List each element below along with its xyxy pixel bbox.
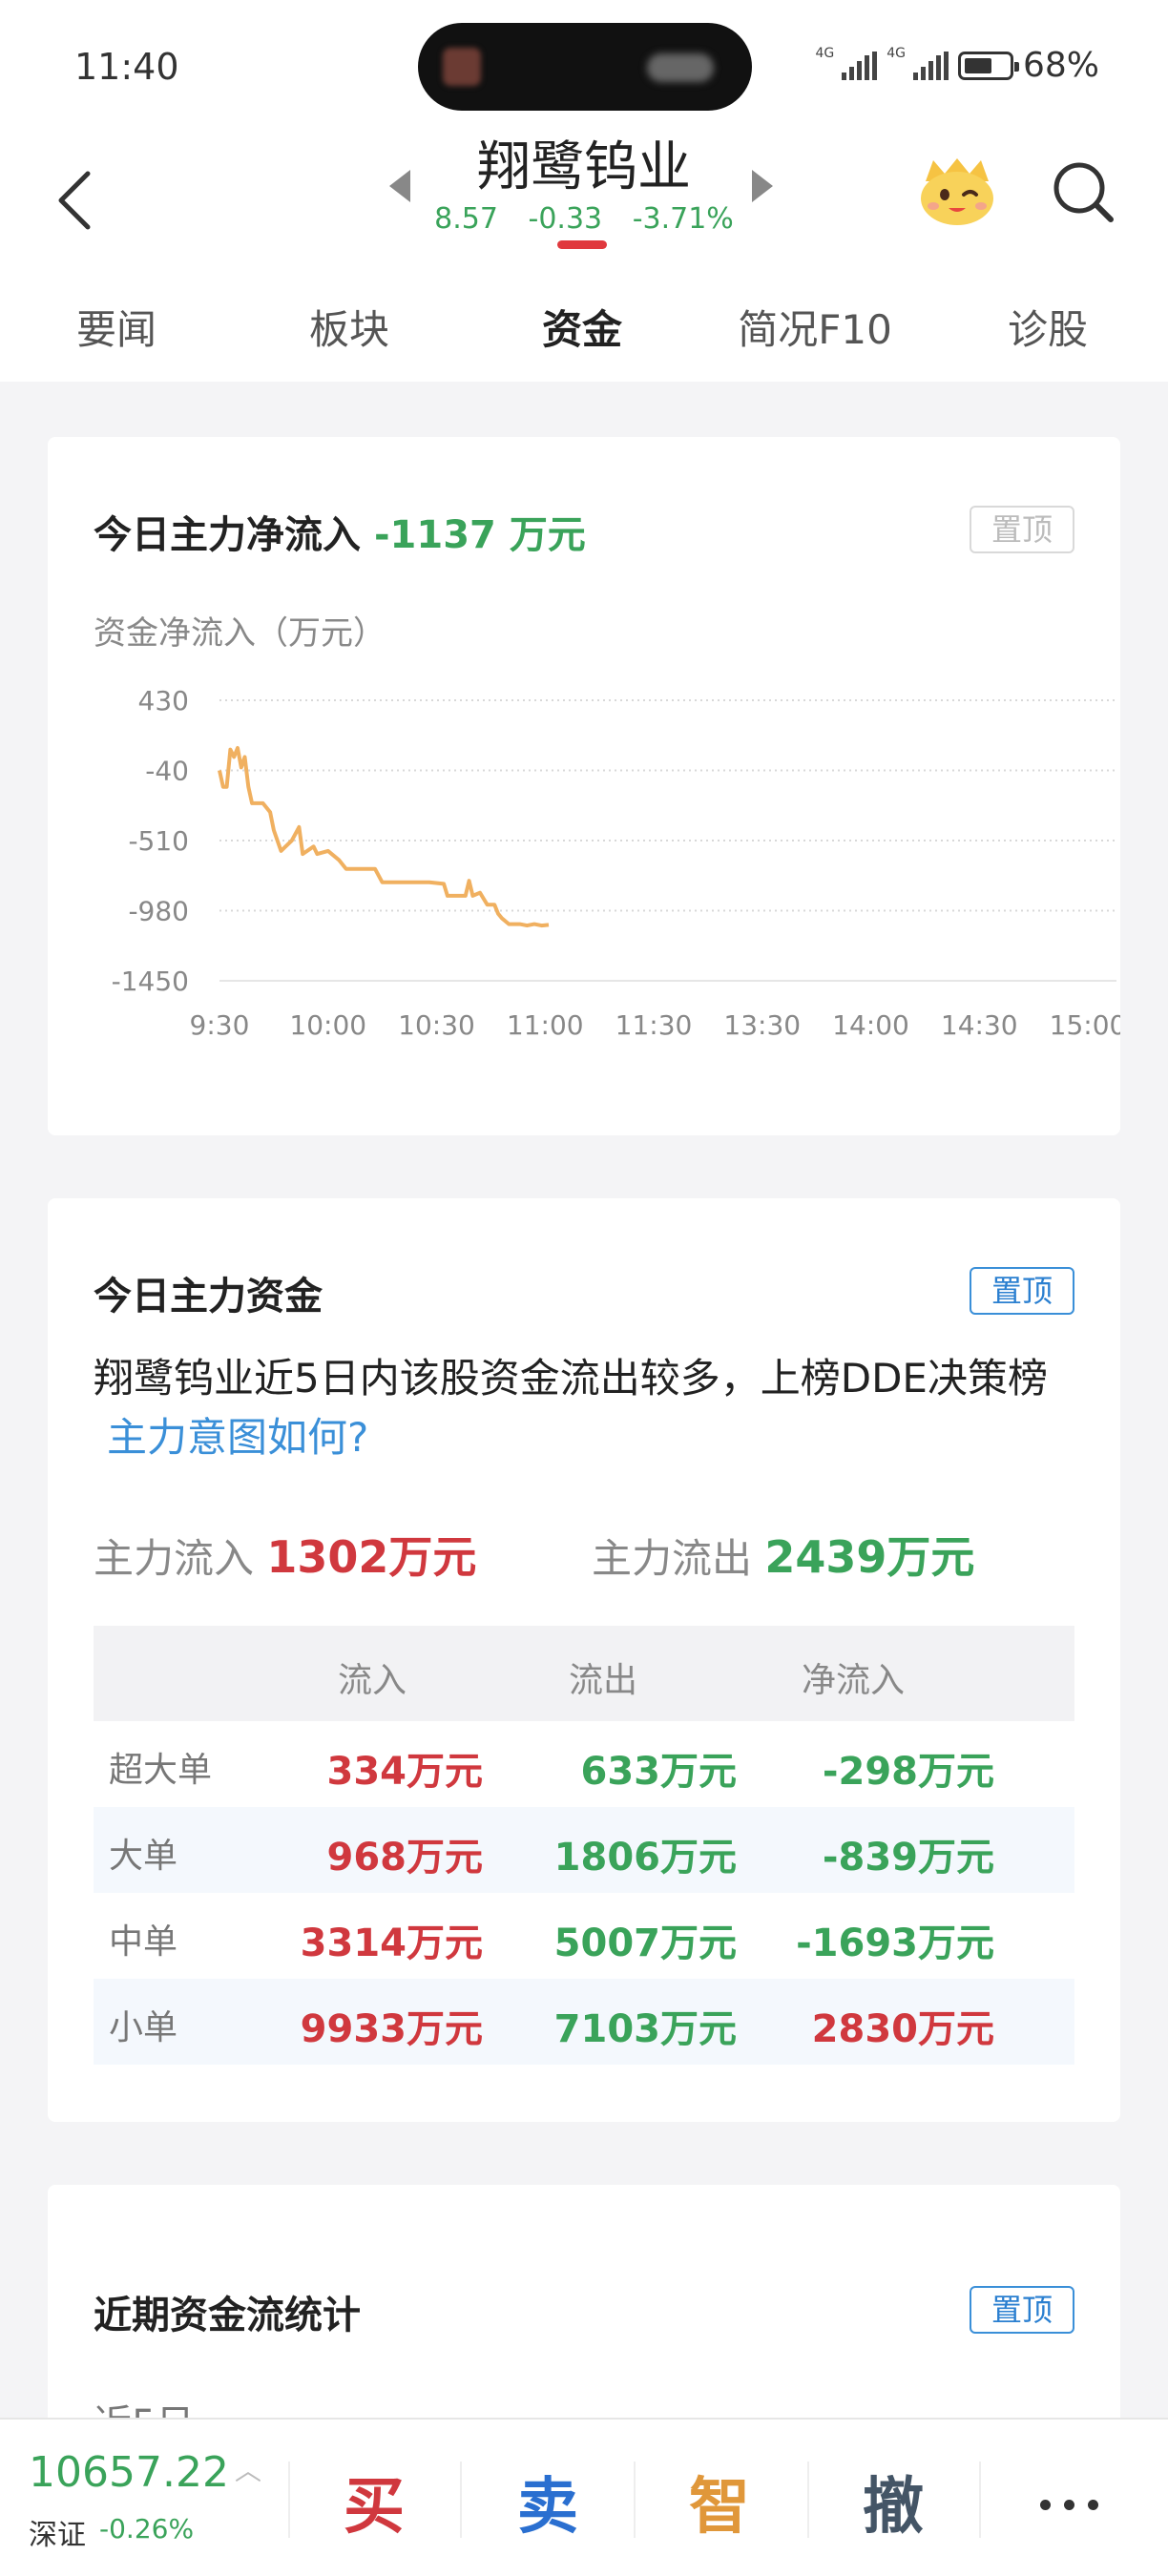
- more-icon[interactable]: [1040, 2500, 1098, 2510]
- x-tick-label: 13:30: [723, 1009, 801, 1041]
- row-label: 小单: [109, 2008, 178, 2047]
- divider: [460, 2462, 462, 2538]
- table-header: 流入 流出 净流入: [94, 1626, 1074, 1721]
- main-inflow-label: 主力流入: [94, 1535, 255, 1582]
- pin-button[interactable]: 置顶: [970, 1267, 1074, 1315]
- sell-button[interactable]: 卖: [517, 2458, 578, 2545]
- x-tick-label: 15:00: [1050, 1009, 1120, 1041]
- buy-button[interactable]: 买: [344, 2458, 405, 2545]
- tab-profile-f10[interactable]: 简况F10: [738, 298, 892, 356]
- net-inflow-card: 今日主力净流入 -1137 万元 置顶 资金净流入（万元） 430 -40 -510…: [48, 437, 1120, 1135]
- tab-bar: 要闻 板块 资金 简况F10 诊股: [0, 277, 1168, 382]
- x-tick-label: 11:00: [507, 1009, 584, 1041]
- search-icon[interactable]: [1050, 158, 1116, 225]
- status-icons: 4G 4G 68%: [815, 46, 1099, 85]
- main-outflow-summary: 主力流出 2439万元: [592, 1523, 974, 1586]
- column-header-outflow: 流出: [569, 1661, 638, 1700]
- smart-button[interactable]: 智: [689, 2458, 750, 2545]
- x-tick-label: 11:30: [615, 1009, 693, 1041]
- notification-icon: [443, 48, 481, 86]
- pin-button[interactable]: 置顶: [970, 2286, 1074, 2334]
- y-tick-label: -980: [128, 896, 189, 927]
- cell-outflow: 633万元: [580, 1750, 738, 1794]
- x-tick-label: 10:30: [398, 1009, 475, 1041]
- stock-change-pct: -3.71%: [632, 202, 734, 236]
- fund-flow-table: 流入 流出 净流入 超大单 334万元 633万元 -298万元 大单 968万…: [94, 1626, 1074, 2065]
- cell-net: 2830万元: [811, 2007, 994, 2051]
- divider: [807, 2462, 809, 2538]
- battery-icon: [957, 51, 1019, 80]
- cell-outflow: 7103万元: [553, 2007, 737, 2051]
- cell-outflow: 5007万元: [553, 1922, 737, 1965]
- tab-funds[interactable]: 资金: [542, 298, 622, 356]
- mascot-icon[interactable]: [916, 153, 998, 229]
- table-row: 大单 968万元 1806万元 -839万元: [94, 1807, 1074, 1893]
- y-tick-label: -40: [145, 756, 189, 787]
- table-row: 小单 9933万元 7103万元 2830万元: [94, 1979, 1074, 2065]
- battery-percent: 68%: [1022, 46, 1099, 85]
- main-fund-card: 今日主力资金 置顶 翔鹭钨业近5日内该股资金流出较多，上榜DDE决策榜主力意图如…: [48, 1198, 1120, 2122]
- table-row: 中单 3314万元 5007万元 -1693万元: [94, 1893, 1074, 1979]
- index-label: 深证: [29, 2519, 86, 2552]
- column-header-inflow: 流入: [338, 1661, 407, 1700]
- cell-net: -839万元: [822, 1836, 994, 1880]
- y-tick-label: -1450: [112, 966, 189, 997]
- main-outflow-value: 2439万元: [764, 1531, 975, 1583]
- divider: [979, 2462, 981, 2538]
- dde-description: 翔鹭钨业近5日内该股资金流出较多，上榜DDE决策榜主力意图如何?: [94, 1349, 1086, 1467]
- y-tick-label: -510: [128, 825, 189, 857]
- cell-net: -298万元: [822, 1750, 994, 1794]
- cancel-order-button[interactable]: 撤: [863, 2458, 924, 2545]
- x-tick-label: 10:00: [289, 1009, 366, 1041]
- divider: [634, 2462, 636, 2538]
- cell-inflow: 968万元: [326, 1836, 484, 1880]
- recent-flow-title: 近期资金流统计: [94, 2294, 361, 2337]
- row-label: 大单: [109, 1837, 178, 1876]
- net-inflow-series-line: [218, 746, 550, 928]
- cell-inflow: 3314万元: [300, 1922, 483, 1965]
- table-row: 超大单 334万元 633万元 -298万元: [94, 1721, 1074, 1807]
- next-stock-icon[interactable]: [752, 170, 773, 202]
- divider: [288, 2462, 290, 2538]
- tab-news[interactable]: 要闻: [76, 298, 156, 356]
- main-inflow-value: 1302万元: [266, 1531, 477, 1583]
- status-time: 11:40: [74, 46, 179, 88]
- stock-change: -0.33: [528, 202, 603, 236]
- y-tick-label: 430: [138, 685, 189, 717]
- network-type-1: 4G: [815, 46, 835, 61]
- notification-indicator: [647, 53, 714, 82]
- index-value[interactable]: 10657.22: [29, 2448, 229, 2497]
- row-label: 中单: [109, 1922, 178, 1962]
- cell-outflow: 1806万元: [553, 1836, 737, 1880]
- index-change-pct: -0.26%: [99, 2513, 195, 2545]
- column-header-net: 净流入: [802, 1661, 906, 1700]
- main-inflow-summary: 主力流入 1302万元: [94, 1523, 476, 1586]
- main-fund-title: 今日主力资金: [94, 1275, 323, 1319]
- x-tick-label: 14:00: [832, 1009, 909, 1041]
- cell-inflow: 9933万元: [300, 2007, 483, 2051]
- status-bar: 11:40 4G 4G 68%: [0, 0, 1168, 134]
- main-outflow-label: 主力流出: [592, 1535, 753, 1582]
- tab-diagnosis[interactable]: 诊股: [1008, 298, 1088, 356]
- dde-description-text: 翔鹭钨业近5日内该股资金流出较多，上榜DDE决策榜: [94, 1355, 1048, 1402]
- tab-sectors[interactable]: 板块: [309, 298, 389, 356]
- cell-net: -1693万元: [796, 1922, 994, 1965]
- main-intent-link[interactable]: 主力意图如何?: [107, 1414, 368, 1461]
- signal-icon-2: [912, 51, 949, 80]
- camera-cutout: [418, 23, 752, 111]
- row-label: 超大单: [109, 1751, 213, 1790]
- bottom-trade-bar: 10657.22 ︿ 深证 -0.26% 买 卖 智 撤: [0, 2418, 1168, 2576]
- expand-up-icon[interactable]: ︿: [235, 2450, 261, 2488]
- stock-price: 8.57: [434, 202, 498, 236]
- x-tick-label: 9:30: [190, 1009, 250, 1041]
- x-tick-label: 14:30: [941, 1009, 1018, 1041]
- net-inflow-chart: 430 -40 -510 -980 -14509:30 10:00 10:30 11:00 11…: [112, 685, 1120, 1041]
- cell-inflow: 334万元: [326, 1750, 484, 1794]
- network-type-2: 4G: [886, 46, 906, 61]
- signal-icon-1: [842, 51, 878, 80]
- active-tab-indicator: [557, 240, 607, 249]
